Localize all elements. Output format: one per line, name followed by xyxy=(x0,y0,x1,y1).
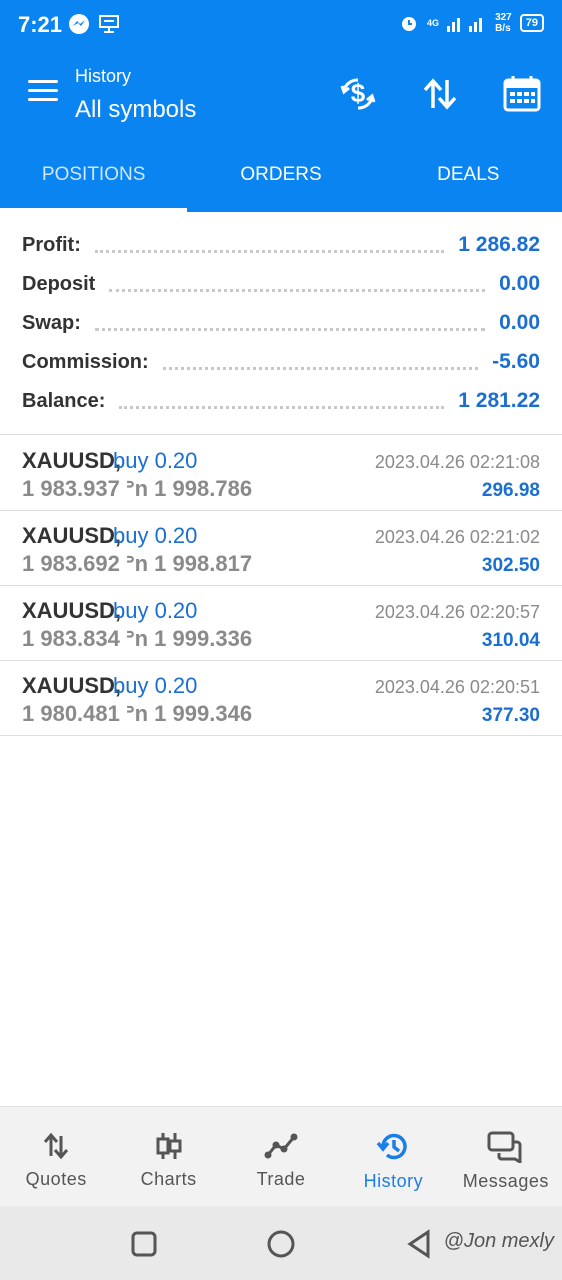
summary-value: 1 286.82 xyxy=(458,233,540,256)
symbol-selector[interactable]: All symbols xyxy=(75,96,196,124)
watermark: @Jon mexly xyxy=(443,1230,554,1252)
nav-history[interactable]: History xyxy=(337,1107,449,1207)
app-bar: History All symbols $ xyxy=(0,50,562,136)
quotes-icon xyxy=(44,1132,69,1160)
deal-symbol: XAUUSD, xyxy=(22,523,122,548)
summary-label: Commission: xyxy=(22,350,149,373)
deal-type: buy 0.20 xyxy=(113,598,198,623)
balance-operations-icon[interactable]: $ xyxy=(338,74,378,114)
deal-time: 2023.04.26 02:20:57 xyxy=(374,602,540,622)
summary-label: Deposit xyxy=(22,272,96,295)
home-icon[interactable] xyxy=(263,1226,299,1262)
summary-value: 1 281.22 xyxy=(458,389,540,412)
summary-swap-row: Swap: 0.00 xyxy=(22,308,540,338)
net-speed: 327 B/s xyxy=(495,12,512,34)
nav-quotes[interactable]: Quotes xyxy=(0,1107,112,1207)
sort-icon[interactable] xyxy=(420,74,460,114)
deal-symbol: XAUUSD, xyxy=(22,673,122,698)
summary-commission-row: Commission: -5.60 xyxy=(22,347,540,377)
deal-row[interactable]: XAUUSD, buy 0.20 1 983.834 ᐣn 1 999.336 … xyxy=(0,586,562,661)
messages-icon xyxy=(487,1131,522,1163)
summary-label: Profit: xyxy=(22,233,81,256)
system-navigation-bar: @Jon mexly xyxy=(0,1206,562,1280)
summary-balance-row: Balance: 1 281.22 xyxy=(22,386,540,416)
deal-profit: 377.30 xyxy=(481,705,540,726)
deal-profit: 310.04 xyxy=(481,630,540,651)
deal-type: buy 0.20 xyxy=(113,673,198,698)
deal-prices: 1 983.937 ᐣn 1 998.786 xyxy=(22,476,253,501)
summary-deposit-row: Deposit 0.00 xyxy=(22,269,540,299)
summary-value: -5.60 xyxy=(492,350,540,373)
deal-prices: 1 983.692 ᐣn 1 998.817 xyxy=(22,551,253,576)
tab-orders[interactable]: ORDERS xyxy=(187,136,374,212)
deal-row[interactable]: XAUUSD, buy 0.20 1 983.692 ᐣn 1 998.817 … xyxy=(0,511,562,586)
summary-label: Balance: xyxy=(22,389,106,412)
summary-profit-row: Profit: 1 286.82 xyxy=(22,230,540,260)
summary-panel: Profit: 1 286.82 Deposit 0.00 Swap: 0.00… xyxy=(0,212,562,434)
calendar-icon[interactable] xyxy=(502,74,542,114)
deal-row[interactable]: XAUUSD, buy 0.20 1 983.937 ᐣn 1 998.786 … xyxy=(0,436,562,511)
deal-profit: 296.98 xyxy=(481,480,540,501)
nav-charts[interactable]: Charts xyxy=(112,1107,224,1207)
alarm-icon xyxy=(402,17,417,31)
battery-indicator: 79 xyxy=(519,14,544,32)
nav-trade[interactable]: Trade xyxy=(225,1107,337,1207)
deal-prices: 1 983.834 ᐣn 1 999.336 xyxy=(22,626,253,651)
deal-symbol: XAUUSD, xyxy=(22,448,122,473)
summary-value: 0.00 xyxy=(499,311,540,334)
signal-icon xyxy=(447,18,483,32)
charts-icon xyxy=(156,1133,182,1159)
history-tabs: POSITIONS ORDERS DEALS xyxy=(0,136,562,212)
trade-icon xyxy=(264,1133,298,1159)
status-bar: 7:21 4G 327 B/s 79 xyxy=(0,0,562,50)
deal-type: buy 0.20 xyxy=(113,448,198,473)
back-icon[interactable] xyxy=(402,1226,438,1262)
notification-icon xyxy=(99,15,119,33)
deal-time: 2023.04.26 02:21:02 xyxy=(374,527,540,547)
deal-time: 2023.04.26 02:20:51 xyxy=(374,677,540,697)
bottom-navigation: Quotes Charts Trade History Messages xyxy=(0,1106,562,1207)
tab-positions[interactable]: POSITIONS xyxy=(0,136,188,212)
deal-type: buy 0.20 xyxy=(113,523,198,548)
network-type: 4G xyxy=(427,18,440,28)
status-time: 7:21 xyxy=(18,12,63,37)
deal-row[interactable]: XAUUSD, buy 0.20 1 980.481 ᐣn 1 999.346 … xyxy=(0,661,562,736)
summary-label: Swap: xyxy=(22,311,81,334)
deal-time: 2023.04.26 02:21:08 xyxy=(374,452,540,472)
appbar-subtitle: History xyxy=(75,66,132,86)
divider xyxy=(0,434,562,435)
svg-text:$: $ xyxy=(351,78,366,108)
nav-messages[interactable]: Messages xyxy=(450,1107,562,1207)
summary-value: 0.00 xyxy=(499,272,540,295)
menu-icon[interactable] xyxy=(28,80,60,104)
messenger-icon xyxy=(69,14,89,34)
tab-deals[interactable]: DEALS xyxy=(375,136,562,212)
deal-prices: 1 980.481 ᐣn 1 999.346 xyxy=(22,701,253,726)
history-icon xyxy=(377,1133,408,1160)
recents-icon[interactable] xyxy=(126,1226,162,1262)
deal-symbol: XAUUSD, xyxy=(22,598,122,623)
deal-profit: 302.50 xyxy=(481,555,540,576)
